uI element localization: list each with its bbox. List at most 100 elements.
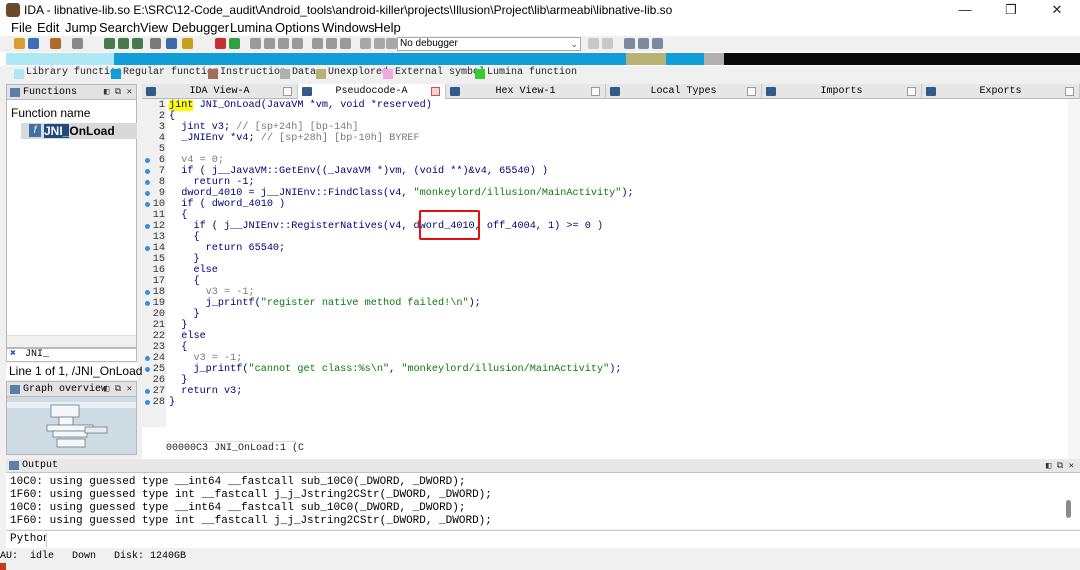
breakpoint-dot[interactable] (145, 389, 150, 394)
menu-debugger[interactable]: Debugger (172, 20, 229, 36)
text-search-icon[interactable] (118, 38, 129, 49)
code-line[interactable]: return v3; (169, 386, 242, 397)
data-icon[interactable] (264, 38, 275, 49)
code-line[interactable]: return -1; (169, 177, 254, 188)
vertical-scrollbar[interactable] (1068, 99, 1080, 459)
clear-filter-icon[interactable]: ✖ (7, 349, 19, 360)
code-icon[interactable] (250, 38, 261, 49)
tab-hex-view-1[interactable]: Hex View-1 (446, 84, 606, 99)
function-icon[interactable] (312, 38, 323, 49)
menu-view[interactable]: View (140, 20, 168, 36)
close-tab-icon[interactable] (283, 87, 292, 96)
tab-ida-view-a[interactable]: IDA View-A (142, 84, 298, 99)
navigation-band[interactable] (0, 52, 1080, 66)
tab-local-types[interactable]: Local Types (606, 84, 762, 99)
code-line[interactable]: } (169, 397, 175, 408)
code-line[interactable]: j_printf("register native method failed!… (169, 298, 481, 309)
menu-jump[interactable]: Jump (65, 20, 97, 36)
pseudocode-view[interactable] (142, 99, 1080, 459)
pane-controls[interactable]: ◧ ⧉ ✕ (104, 382, 132, 397)
function-name-column-header[interactable]: Function name (11, 106, 90, 120)
code-line[interactable]: jint v3; // [sp+24h] [bp-14h] (169, 122, 358, 133)
code-line[interactable]: { (169, 111, 175, 122)
layout-icon[interactable] (624, 38, 635, 49)
code-line[interactable]: { (169, 342, 187, 353)
stop-icon[interactable] (386, 38, 397, 49)
code-line[interactable]: v4 = 0; (169, 155, 224, 166)
minimize-button[interactable]: — (942, 0, 988, 20)
python-label[interactable]: Python (10, 533, 50, 545)
code-line[interactable]: v3 = -1; (169, 287, 255, 298)
debugger-select[interactable]: No debugger ⌄ (397, 37, 581, 51)
close-tab-icon[interactable] (747, 87, 756, 96)
breakpoint-dot[interactable] (145, 400, 150, 405)
code-line[interactable]: { (169, 276, 199, 287)
code-line[interactable]: j_printf("cannot get class:%s\n", "monke… (169, 364, 621, 375)
struct-icon[interactable] (278, 38, 289, 49)
code-line[interactable]: { (169, 232, 199, 243)
code-line[interactable]: } (169, 254, 199, 265)
menu-edit[interactable]: Edit (37, 20, 59, 36)
run-icon[interactable] (360, 38, 371, 49)
print-icon[interactable] (150, 38, 161, 49)
code-line[interactable]: v3 = -1; (169, 353, 242, 364)
immediate-search-icon[interactable] (132, 38, 143, 49)
menu-search[interactable]: Search (99, 20, 140, 36)
layout2-icon[interactable] (638, 38, 649, 49)
python-command-input[interactable] (46, 533, 1076, 547)
menu-file[interactable]: File (11, 20, 32, 36)
array-icon[interactable] (292, 38, 303, 49)
binary-search-icon[interactable] (104, 38, 115, 49)
output-scrollbar-thumb[interactable] (1066, 500, 1071, 518)
code-line[interactable]: if ( j__JavaVM::GetEnv((_JavaVM *)vm, (v… (169, 166, 548, 177)
code-line[interactable]: dword_4010 = j__JNIEnv::FindClass(v4, "m… (169, 188, 633, 199)
tab-pseudocode-a[interactable]: Pseudocode-A (298, 84, 446, 99)
breakpoint-dot[interactable] (145, 301, 150, 306)
menu-lumina[interactable]: Lumina (230, 20, 273, 36)
code-line[interactable]: jint JNI_OnLoad(JavaVM *vm, void *reserv… (169, 100, 432, 111)
breakpoint-dot[interactable] (145, 191, 150, 196)
output-log[interactable]: 10C0: using guessed type __int64 __fastc… (6, 473, 1080, 529)
graph-overview-pane[interactable]: Graph overview ◧ ⧉ ✕ (6, 381, 137, 455)
code-line[interactable]: return 65540; (169, 243, 286, 254)
function-filter-input[interactable]: ✖ JNI_ (6, 348, 137, 362)
menu-options[interactable]: Options (275, 20, 320, 36)
close-window-button[interactable]: ✕ (1034, 0, 1080, 20)
code-line[interactable]: } (169, 375, 187, 386)
tab-exports[interactable]: Exports (922, 84, 1080, 99)
code-line[interactable]: _JNIEnv *v4; // [sp+28h] [bp-10h] BYREF (169, 133, 419, 144)
code-line[interactable]: else (169, 265, 217, 276)
debugger-settings-icon[interactable] (602, 38, 613, 49)
maximize-button[interactable]: ❐ (988, 0, 1034, 20)
breakpoint-dot[interactable] (145, 246, 150, 251)
graph-icon[interactable] (215, 38, 226, 49)
pause-icon[interactable] (374, 38, 385, 49)
code-line[interactable]: if ( j__JNIEnv::RegisterNatives(v4, dwor… (169, 221, 603, 232)
horizontal-scrollbar[interactable] (7, 335, 136, 347)
open-icon[interactable] (14, 38, 25, 49)
pane-controls[interactable]: ◧ ⧉ ✕ (104, 85, 132, 100)
forward-icon[interactable] (72, 38, 83, 49)
breakpoint-dot[interactable] (145, 169, 150, 174)
text-icon[interactable] (182, 38, 193, 49)
breakpoint-dot[interactable] (145, 367, 150, 372)
menu-windows[interactable]: Windows (322, 20, 375, 36)
close-tab-icon[interactable] (591, 87, 600, 96)
jump-icon[interactable] (166, 38, 177, 49)
breakpoint-dot[interactable] (145, 202, 150, 207)
breakpoint-dot[interactable] (145, 158, 150, 163)
debugger-options-icon[interactable] (588, 38, 599, 49)
comment-icon[interactable] (326, 38, 337, 49)
tab-imports[interactable]: Imports (762, 84, 922, 99)
code-line[interactable]: } (169, 309, 199, 320)
save-icon[interactable] (28, 38, 39, 49)
code-line[interactable]: if ( dword_4010 ) (169, 199, 285, 210)
menu-help[interactable]: Help (374, 20, 401, 36)
layout3-icon[interactable] (652, 38, 663, 49)
function-row[interactable]: f JNI_OnLoad (21, 123, 137, 139)
close-tab-icon[interactable] (431, 87, 440, 96)
breakpoint-dot[interactable] (145, 180, 150, 185)
enum-icon[interactable] (340, 38, 351, 49)
code-line[interactable]: } (169, 320, 187, 331)
code-line[interactable]: { (169, 210, 187, 221)
